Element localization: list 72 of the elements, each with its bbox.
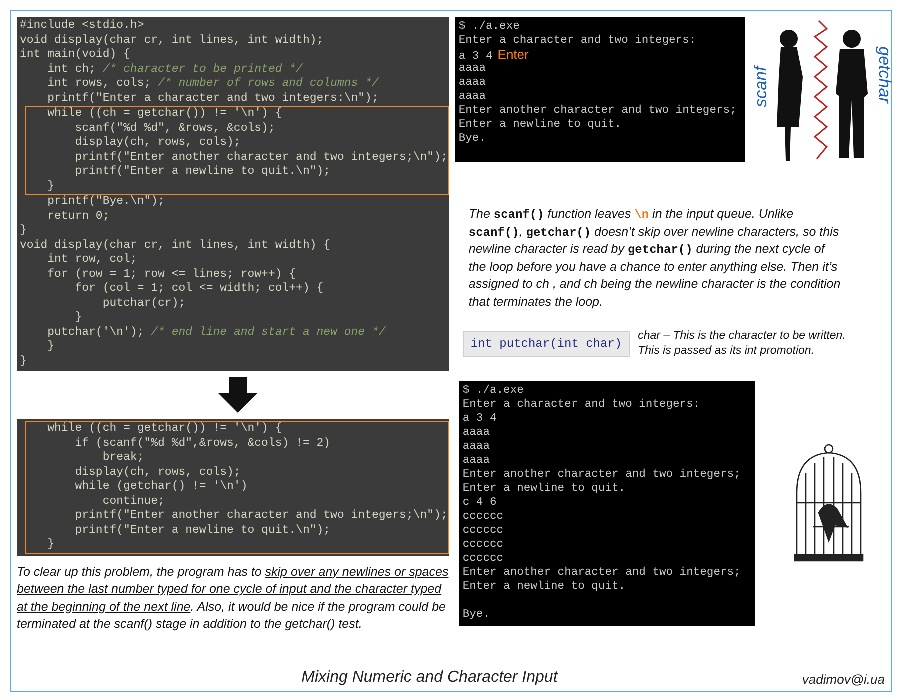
code-line: printf("Bye.\n"); <box>46 195 165 208</box>
rotated-label: getchar <box>874 46 894 104</box>
description-line: This is passed as its int promotion. <box>638 344 816 359</box>
terminal-line: cccccc <box>462 539 504 551</box>
code-line: int ch; <box>46 62 97 76</box>
code-line: printf("Enter another character and two integers;\n"); <box>74 509 448 522</box>
terminal-line: Enter another character and two integers; <box>462 567 741 579</box>
terminal-line: Enter a character and two integers: <box>458 35 696 47</box>
code-line: if (scanf("%d %d",&rows, &cols) != 2) <box>74 436 331 450</box>
code-line: #include <stdio.h> <box>20 19 144 32</box>
code-line: break; <box>102 451 144 464</box>
terminal-line: c 4 6 <box>462 497 497 509</box>
code-line: } <box>74 311 82 324</box>
code-line: printf("Enter a newline to quit.\n"); <box>74 165 331 178</box>
code-line: void display(char cr, int lines, int width); <box>20 34 324 46</box>
code-line: display(ch, rows, cols); <box>74 136 241 149</box>
code-line: } <box>46 340 55 353</box>
terminal-line: $ ./a.exe <box>458 21 520 33</box>
code-line: void display(char cr, int lines, int width) { <box>20 238 331 252</box>
terminal-line: Bye. <box>462 609 490 621</box>
code-line: while ((ch = getchar()) != '\n') { <box>46 422 282 435</box>
code-line: printf("Enter a character and two integers:\n"); <box>46 92 379 104</box>
terminal-line: aaaa <box>458 63 486 75</box>
terminal-line: aaaa <box>462 455 490 467</box>
code-line: int row, col; <box>46 253 138 266</box>
terminal-line: a 3 4 <box>458 51 493 63</box>
code-line: } <box>46 180 55 192</box>
terminal-line: aaaa <box>462 441 490 453</box>
code-line: while ((ch = getchar()) != '\n') { <box>46 107 282 120</box>
terminal-line: Enter another character and two integers; <box>458 105 737 117</box>
rotated-label: scanf <box>751 66 772 108</box>
code-line: while (getchar() != '\n') <box>74 480 248 493</box>
terminal-line: a 3 4 <box>462 413 497 425</box>
code-line: } <box>20 224 27 237</box>
terminal-line: Enter a newline to quit. <box>462 483 626 495</box>
author-email: vadimov@i.ua <box>802 672 885 687</box>
code-line: int main(void) { <box>20 48 130 61</box>
code-line: continue; <box>102 494 165 508</box>
terminal-line: cccccc <box>462 553 504 565</box>
code-line: } <box>46 538 55 551</box>
terminal-line: cccccc <box>462 525 504 537</box>
terminal-line: Bye. <box>458 133 486 145</box>
code-line: } <box>20 354 27 368</box>
function-signature: int putchar(int char) <box>462 331 630 357</box>
terminal-line: aaaa <box>458 91 486 103</box>
down-arrow-icon <box>218 377 258 413</box>
terminal-line: Enter another character and two integers; <box>462 469 741 481</box>
code-line: for (col = 1; col <= width; col++) { <box>74 282 324 295</box>
code-comment: /* end line and start a new one */ <box>151 326 386 338</box>
terminal-line: cccccc <box>462 511 504 523</box>
code-line: putchar(cr); <box>102 296 186 310</box>
terminal-line: Enter a newline to quit. <box>458 119 622 131</box>
terminal-line: Enter a newline to quit. <box>462 581 626 593</box>
paragraph: The scanf() function leaves \n in the input queue. Unlike scanf(), getchar() doesn’t skip over newline characters, so this newline character is read by getchar() during the next cycle of the loop before you have a chance to enter anything else. Then it’s assigned to ch , and ch being the newline character is the condition that terminates the loop. <box>468 206 842 311</box>
key-annotation: Enter <box>498 47 529 62</box>
code-line: for (row = 1; row <= lines; row++) { <box>46 268 296 280</box>
code-line: printf("Enter another character and two integers;\n"); <box>74 150 448 164</box>
code-line: putchar('\n'); <box>46 326 146 338</box>
terminal-line: aaaa <box>462 427 490 439</box>
code-comment: /* character to be printed */ <box>102 62 303 76</box>
terminal-line: $ ./a.exe <box>462 385 524 397</box>
terminal-line: aaaa <box>458 77 486 89</box>
code-comment: /* number of rows and columns */ <box>158 77 379 90</box>
slide-title: Mixing Numeric and Character Input <box>300 669 560 687</box>
code-line: scanf("%d %d", &rows, &cols); <box>74 122 276 134</box>
code-line: printf("Enter a newline to quit.\n"); <box>74 524 331 536</box>
code-line: return 0; <box>46 210 110 222</box>
code-line: int rows, cols; <box>46 77 152 90</box>
terminal-line: Enter a character and two integers: <box>462 399 700 411</box>
paragraph: To clear up this problem, the program has to skip over any newlines or spaces between the last number typed for one cycle of input and the character typed at the beginning of the next line. Also, it would be nice if the program could be terminated at the scanf() stage in addition to the getchar() test. <box>17 564 449 633</box>
description-line: char – This is the character to be written. <box>638 329 846 344</box>
code-line: display(ch, rows, cols); <box>74 466 241 478</box>
